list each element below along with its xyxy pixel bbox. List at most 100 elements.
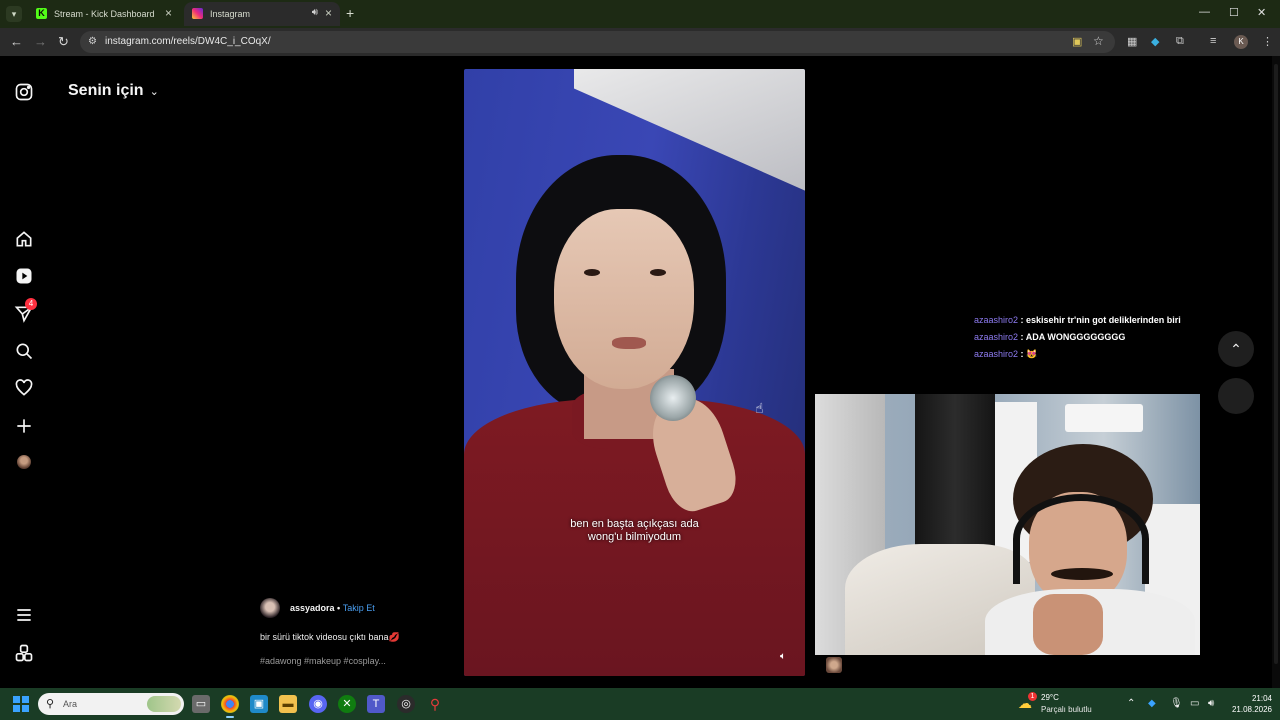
clock-date: 21.08.2026	[1231, 705, 1272, 714]
extension-icon[interactable]: ◆	[1151, 35, 1159, 48]
subtitle-line: wong'u bilmiyodum	[587, 531, 682, 543]
chat-separator: :	[1018, 315, 1027, 325]
chat-message: azaashiro2 : ADA WONGGGGGGGG	[974, 332, 1214, 349]
teams-icon[interactable]: T	[367, 695, 385, 713]
new-tab-button[interactable]: +	[346, 5, 354, 21]
forward-icon[interactable]: →	[34, 34, 47, 49]
tab-audio-icon[interactable]: 🔊︎	[312, 7, 318, 18]
webcam-thumbnail	[826, 657, 842, 673]
tab-instagram[interactable]: Instagram 🔊︎ ×	[184, 2, 340, 26]
camera-extension-icon[interactable]: ▣	[1072, 35, 1082, 48]
clock-time: 21:04	[1251, 694, 1272, 703]
author-name[interactable]: assyadora	[290, 603, 335, 613]
chat-username: azaashiro2	[974, 349, 1019, 359]
tab-label: Instagram	[210, 9, 251, 19]
webcam-hands	[1033, 594, 1103, 655]
video-face	[554, 209, 694, 389]
author-line: assyadora • Takip Et	[290, 603, 375, 613]
video-eye	[584, 269, 600, 276]
weather-temperature: 29°C	[1041, 693, 1059, 702]
author-avatar[interactable]	[260, 598, 280, 618]
reels-icon[interactable]	[14, 266, 34, 286]
reel-hashtags[interactable]: #adawong #makeup #cosplay...	[260, 656, 386, 666]
heart-icon[interactable]	[14, 378, 34, 398]
chat-username: azaashiro2	[974, 315, 1019, 325]
previous-reel-button[interactable]: ⌃	[1218, 331, 1254, 367]
back-icon[interactable]: ←	[10, 34, 23, 49]
chat-username: azaashiro2	[974, 332, 1019, 342]
search-placeholder: Ara	[63, 699, 78, 709]
tray-app-icon[interactable]: ◆	[1148, 698, 1156, 709]
reel-caption: bir sürü tiktok videosu çıktı bana💋	[260, 632, 400, 643]
maximize-icon[interactable]: ☐	[1229, 6, 1239, 19]
tab-label: Stream - Kick Dashboard	[54, 9, 155, 19]
page-scrollbar[interactable]	[1272, 56, 1280, 688]
network-icon[interactable]: ▭	[1190, 698, 1199, 709]
menu-kebab-icon[interactable]: ⋮	[1262, 35, 1273, 48]
messages-icon[interactable]: 4	[14, 298, 37, 324]
profile-avatar[interactable]: K	[1234, 35, 1248, 49]
more-menu-icon[interactable]	[14, 605, 34, 625]
tab-search-button[interactable]: ▾	[6, 6, 22, 22]
taskbar-search[interactable]: ⚲ Ara	[38, 693, 184, 715]
close-tab-icon[interactable]: ×	[325, 6, 332, 20]
also-from-meta-icon[interactable]	[14, 643, 34, 663]
extension-icon[interactable]: ▦	[1127, 35, 1137, 48]
search-icon[interactable]	[14, 341, 34, 361]
close-window-icon[interactable]: ✕	[1257, 6, 1266, 19]
follow-button[interactable]: Takip Et	[343, 603, 375, 613]
caption-text: bir sürü tiktok videosu çıktı bana	[260, 632, 389, 642]
tab-kick-dashboard[interactable]: K Stream - Kick Dashboard ×	[28, 2, 180, 26]
reload-icon[interactable]: ↻	[58, 34, 69, 50]
microphone-icon[interactable]: 🎙︎	[1170, 698, 1183, 709]
url-text: instagram.com/reels/DW4C_i_COqX/	[105, 36, 271, 47]
webcam-headset	[1013, 494, 1149, 584]
audio-toggle-icon[interactable]: 🔈︎	[780, 651, 786, 662]
webcam-air-conditioner	[1065, 404, 1143, 432]
chevron-down-icon: ⌄	[149, 86, 159, 98]
chrome-icon[interactable]	[221, 695, 239, 718]
chrome-alt-icon[interactable]: ◎	[397, 695, 415, 713]
xbox-icon[interactable]: ✕	[338, 695, 356, 713]
start-button-icon[interactable]	[13, 696, 29, 712]
file-explorer-icon[interactable]: ▬	[279, 695, 297, 713]
close-tab-icon[interactable]: ×	[165, 6, 172, 20]
instagram-logo-icon[interactable]	[14, 82, 34, 102]
home-icon[interactable]	[14, 229, 34, 249]
next-reel-button[interactable]	[1218, 378, 1254, 414]
create-plus-icon[interactable]	[14, 416, 34, 436]
system-clock[interactable]: 21:04 21.08.2026	[1228, 693, 1272, 715]
reel-video[interactable]: ben en başta açıkçası ada wong'u bilmiyo…	[464, 69, 805, 676]
site-info-icon[interactable]: ⚙	[88, 36, 97, 47]
map-pin-icon[interactable]: ⚲	[426, 695, 444, 713]
windows-taskbar: ⚲ Ara ▭ ▣ ▬ ◉ ✕ T ◎ ⚲ ☁ 1 29°C Parçalı b…	[0, 688, 1280, 720]
weather-condition: Parçalı bulutlu	[1041, 705, 1092, 714]
profile-avatar[interactable]	[17, 455, 31, 469]
discord-icon[interactable]: ◉	[309, 695, 327, 713]
feed-selector[interactable]: Senin için ⌄	[68, 82, 159, 100]
task-view-icon[interactable]: ▭	[192, 695, 210, 713]
hand-cursor-icon: ☝︎	[755, 400, 764, 416]
volume-icon[interactable]: 🔊︎	[1208, 698, 1214, 709]
bookmark-star-icon[interactable]: ☆	[1093, 34, 1104, 48]
desktop-app-icon[interactable]: ▣	[250, 695, 268, 713]
video-subtitle: ben en başta açıkçası ada wong'u bilmiyo…	[464, 518, 805, 544]
stream-chat-overlay: azaashiro2 : eskisehir tr'nin got delikl…	[974, 315, 1214, 366]
search-highlight-image	[147, 696, 181, 712]
media-control-icon[interactable]: ≡	[1210, 35, 1216, 47]
address-bar[interactable]: ⚙ instagram.com/reels/DW4C_i_COqX/ ▣ ☆	[80, 31, 1115, 53]
streamer-webcam	[815, 394, 1200, 655]
chat-text: ADA WONGGGGGGGG	[1025, 332, 1126, 342]
browser-toolbar: ← → ↻ ⚙ instagram.com/reels/DW4C_i_COqX/…	[0, 28, 1280, 56]
chat-separator: :	[1018, 332, 1026, 342]
browser-tab-bar: ▾ K Stream - Kick Dashboard × Instagram …	[0, 0, 1280, 28]
subtitle-line: ben en başta açıkçası ada	[570, 518, 699, 530]
separator-dot: •	[334, 603, 343, 613]
instagram-page: 4 Senin için ⌄ ben en başta açıkçası ada …	[0, 56, 1280, 688]
kick-favicon-icon: K	[36, 8, 47, 19]
extensions-puzzle-icon[interactable]: ⧉	[1176, 35, 1184, 48]
chat-message: azaashiro2 : 😻	[974, 349, 1214, 366]
tray-overflow-icon[interactable]: ⌃	[1127, 698, 1135, 709]
chat-text: eskisehir tr'nin got deliklerinden biri	[1026, 315, 1181, 325]
minimize-icon[interactable]: —	[1199, 6, 1210, 18]
